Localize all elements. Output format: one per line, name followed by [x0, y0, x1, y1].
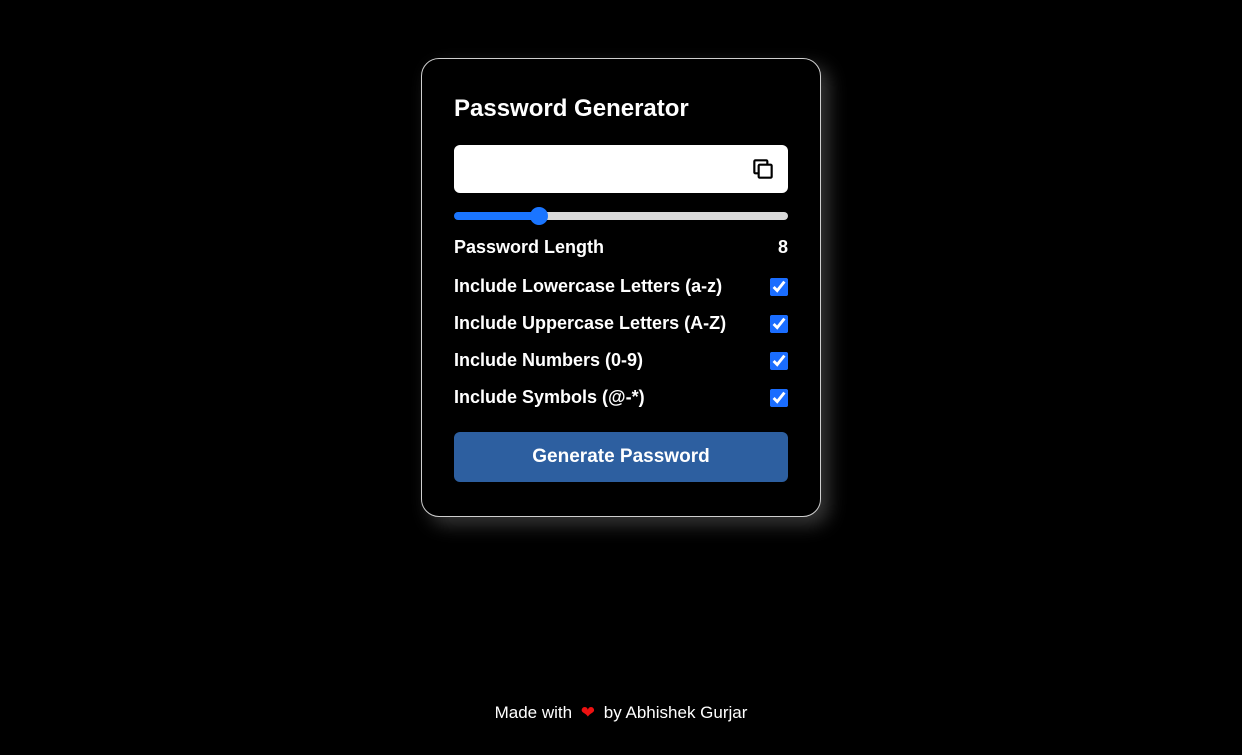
numbers-checkbox[interactable] — [770, 352, 788, 370]
footer-suffix: by Abhishek Gurjar — [604, 703, 748, 722]
length-row: Password Length 8 — [454, 237, 788, 258]
heart-icon: ❤ — [577, 703, 599, 722]
option-lowercase: Include Lowercase Letters (a-z) — [454, 276, 788, 297]
option-numbers-label: Include Numbers (0-9) — [454, 350, 643, 371]
option-symbols-label: Include Symbols (@-*) — [454, 387, 645, 408]
copy-icon — [750, 156, 776, 182]
footer-prefix: Made with — [495, 703, 577, 722]
option-uppercase: Include Uppercase Letters (A-Z) — [454, 313, 788, 334]
copy-button[interactable] — [748, 154, 778, 184]
option-symbols: Include Symbols (@-*) — [454, 387, 788, 408]
password-generator-card: Password Generator Password Length 8 Inc… — [421, 58, 821, 517]
option-uppercase-label: Include Uppercase Letters (A-Z) — [454, 313, 726, 334]
symbols-checkbox[interactable] — [770, 389, 788, 407]
lowercase-checkbox[interactable] — [770, 278, 788, 296]
page-title: Password Generator — [454, 95, 788, 123]
option-lowercase-label: Include Lowercase Letters (a-z) — [454, 276, 722, 297]
length-label: Password Length — [454, 237, 604, 258]
footer: Made with ❤ by Abhishek Gurjar — [0, 703, 1242, 723]
length-value: 8 — [778, 237, 788, 258]
password-output-row — [454, 145, 788, 193]
uppercase-checkbox[interactable] — [770, 315, 788, 333]
password-output[interactable] — [466, 145, 748, 193]
option-numbers: Include Numbers (0-9) — [454, 350, 788, 371]
generate-button[interactable]: Generate Password — [454, 432, 788, 482]
length-slider[interactable] — [454, 212, 788, 220]
length-slider-wrap — [454, 207, 788, 225]
